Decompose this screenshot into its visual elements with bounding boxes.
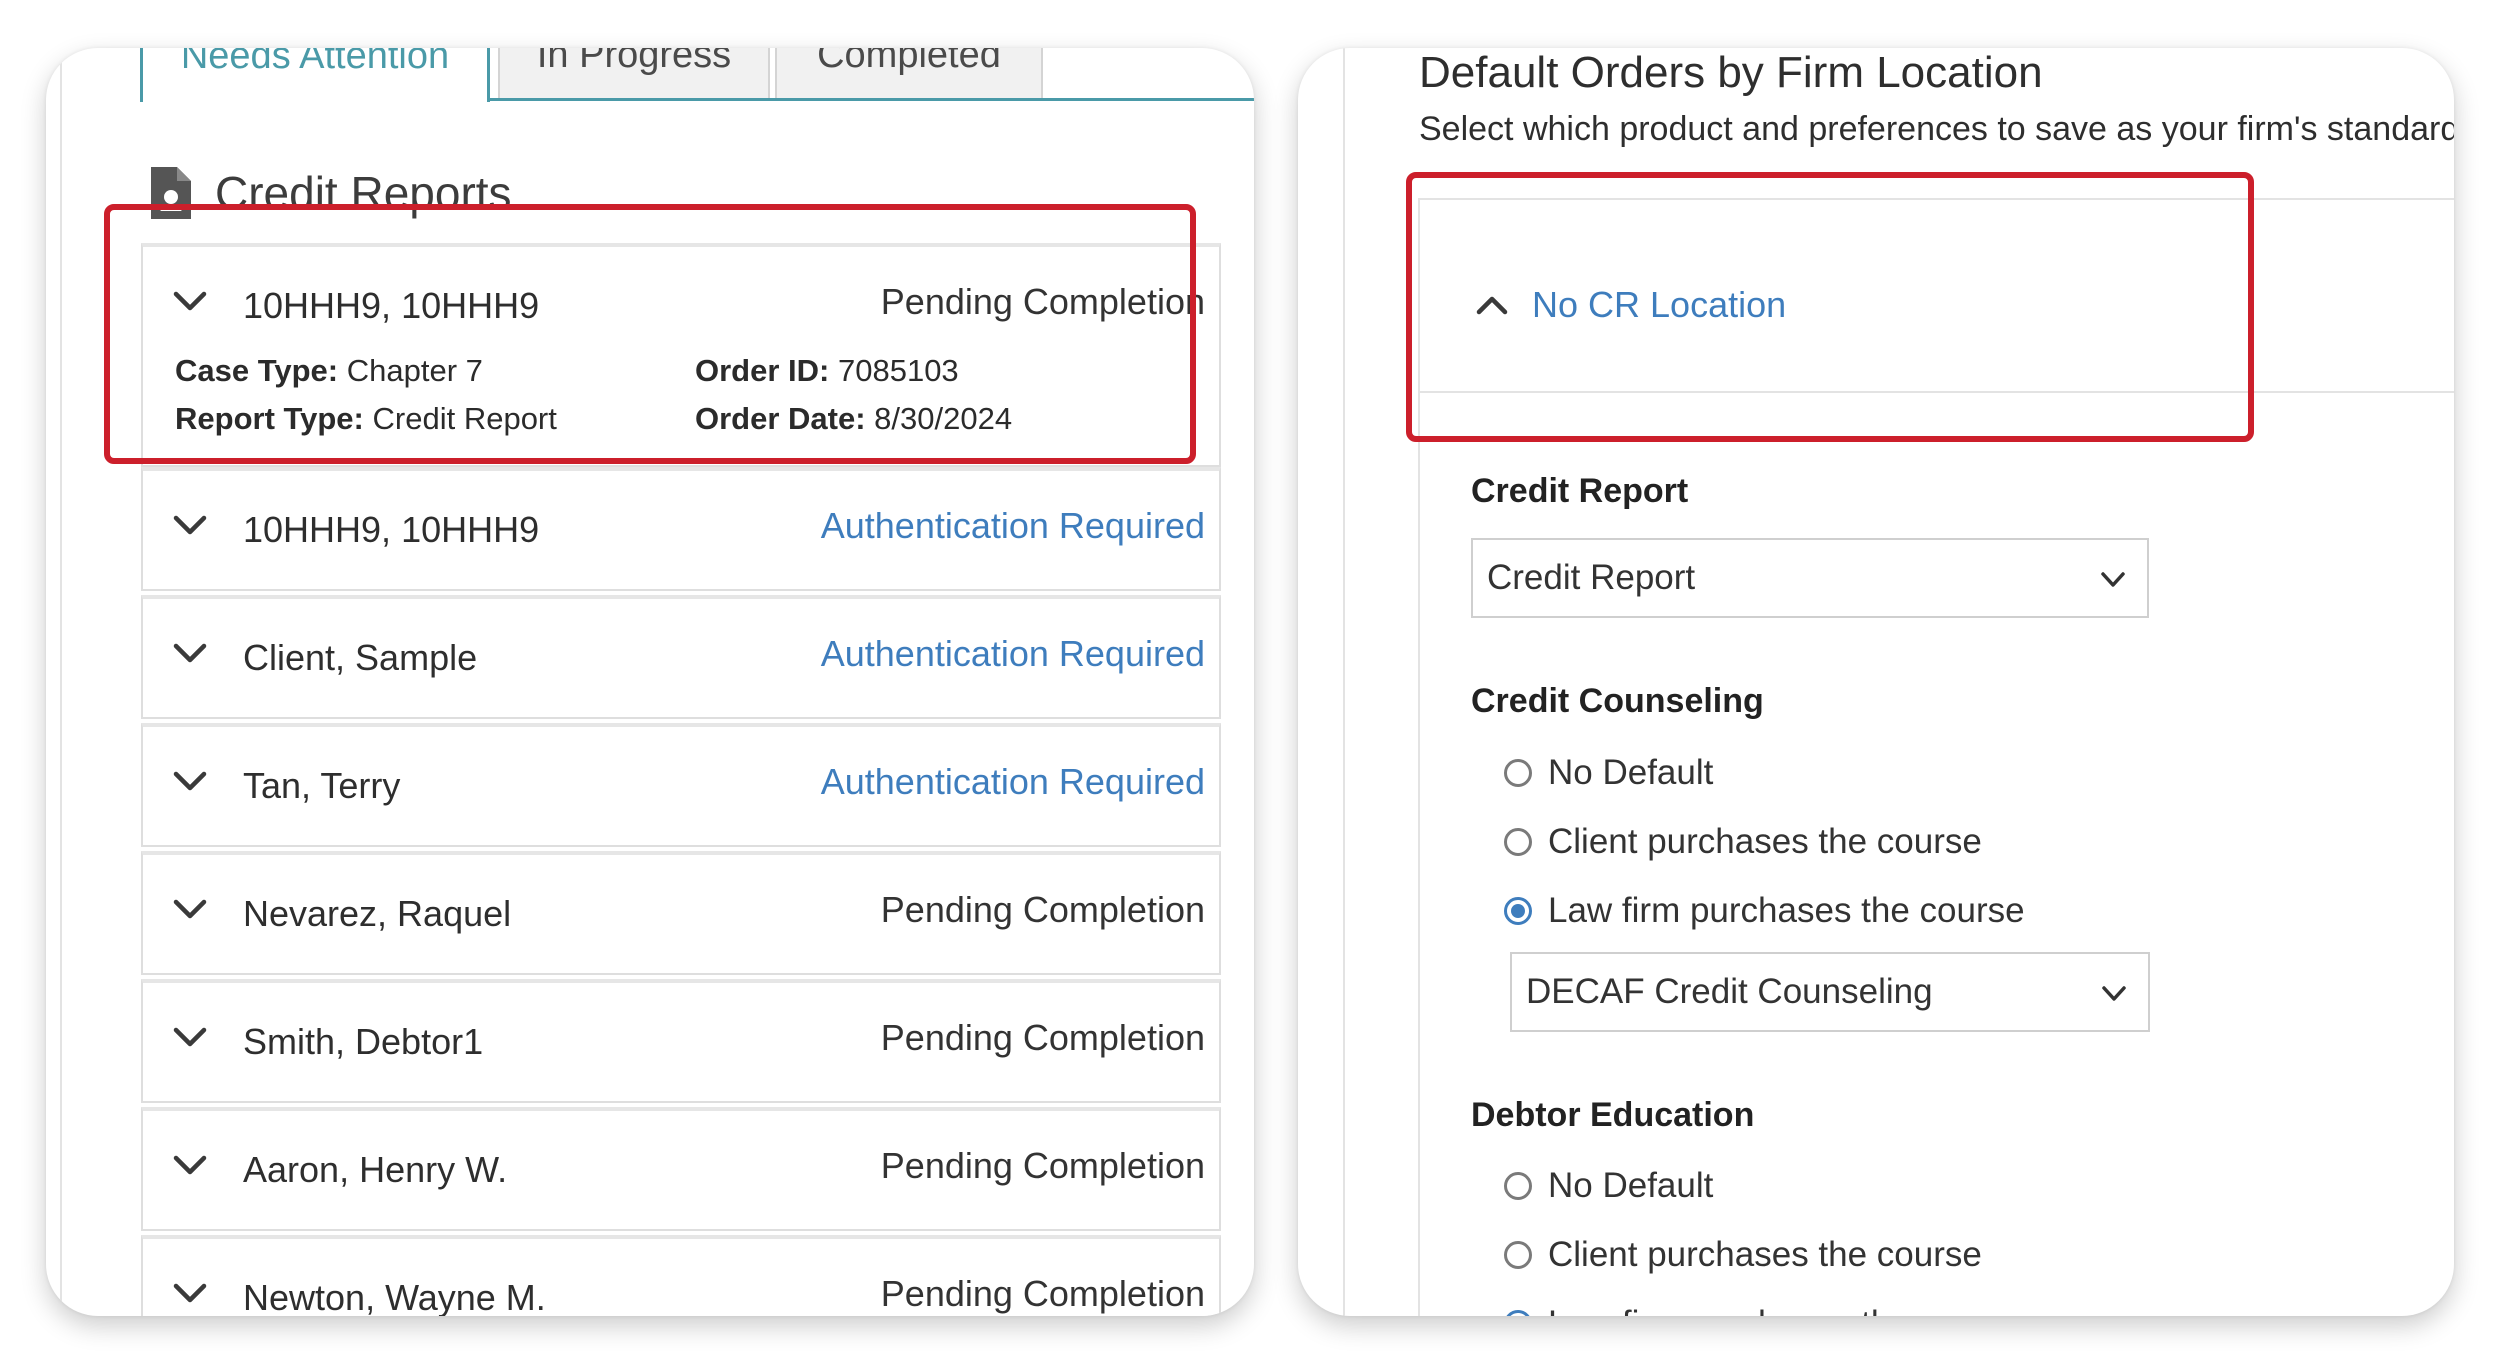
authentication-link[interactable]: Authentication Required (821, 633, 1205, 675)
highlight-box (104, 204, 1196, 464)
tab-needs-attention[interactable]: Needs Attention (140, 48, 490, 102)
panel-edge (1343, 48, 1345, 1316)
radio-no-default[interactable]: No Default (1504, 753, 1713, 793)
chevron-down-icon[interactable] (173, 1155, 207, 1177)
radio-label: Law firm purchases the course (1548, 891, 2025, 930)
radio-law-firm-purchases[interactable]: Law firm purchases the course (1504, 1304, 2025, 1316)
radio-label: Client purchases the course (1548, 1235, 1982, 1274)
radio-button[interactable] (1504, 759, 1532, 787)
authentication-link[interactable]: Authentication Required (821, 761, 1205, 803)
radio-button[interactable] (1504, 828, 1532, 856)
select-value: DECAF Credit Counseling (1526, 972, 1933, 1011)
radio-button[interactable] (1504, 1241, 1532, 1269)
radio-law-firm-purchases[interactable]: Law firm purchases the course (1504, 891, 2025, 931)
page-title: Default Orders by Firm Location (1419, 48, 2043, 97)
radio-button[interactable] (1504, 1172, 1532, 1200)
list-item[interactable]: 10HHH9, 10HHH9 Authentication Required (141, 467, 1221, 591)
list-item[interactable]: Tan, Terry Authentication Required (141, 723, 1221, 847)
radio-button-selected[interactable] (1504, 897, 1532, 925)
radio-button-selected[interactable] (1504, 1310, 1532, 1316)
list-item[interactable]: Nevarez, Raquel Pending Completion (141, 851, 1221, 975)
credit-reports-panel: Needs Attention In Progress Completed Cr… (46, 48, 1254, 1316)
radio-label: Client purchases the course (1548, 822, 1982, 861)
status-label: Pending Completion (880, 1145, 1205, 1186)
client-name: Tan, Terry (243, 765, 401, 806)
client-name: Nevarez, Raquel (243, 893, 512, 934)
chevron-down-icon[interactable] (173, 515, 207, 537)
credit-counseling-label: Credit Counseling (1471, 682, 1764, 720)
default-orders-panel: Default Orders by Firm Location Select w… (1298, 48, 2454, 1316)
page-subtitle: Select which product and preferences to … (1419, 110, 2454, 148)
radio-client-purchases[interactable]: Client purchases the course (1504, 822, 1982, 862)
client-name: Smith, Debtor1 (243, 1021, 484, 1062)
list-item[interactable]: Client, Sample Authentication Required (141, 595, 1221, 719)
radio-label: No Default (1548, 753, 1714, 792)
chevron-down-icon[interactable] (173, 643, 207, 665)
counseling-provider-select[interactable]: DECAF Credit Counseling (1510, 952, 2150, 1032)
tabs-baseline (489, 98, 1254, 101)
radio-label: Law firm purchases the course (1548, 1304, 2025, 1316)
list-item[interactable]: Newton, Wayne M. Pending Completion (141, 1235, 1221, 1316)
list-item[interactable]: Smith, Debtor1 Pending Completion (141, 979, 1221, 1103)
radio-client-purchases[interactable]: Client purchases the course (1504, 1235, 1982, 1275)
chevron-down-icon (2102, 986, 2126, 1001)
radio-no-default[interactable]: No Default (1504, 1166, 1713, 1206)
client-name: Aaron, Henry W. (243, 1149, 508, 1190)
chevron-down-icon[interactable] (173, 1027, 207, 1049)
select-value: Credit Report (1487, 558, 1696, 597)
debtor-education-label: Debtor Education (1471, 1096, 1755, 1134)
chevron-down-icon (2101, 572, 2125, 587)
highlight-box (1406, 172, 2254, 442)
authentication-link[interactable]: Authentication Required (821, 505, 1205, 547)
status-label: Pending Completion (880, 1273, 1205, 1314)
chevron-down-icon[interactable] (173, 1283, 207, 1305)
client-name: Newton, Wayne M. (243, 1277, 546, 1316)
panel-edge (60, 48, 62, 1316)
status-label: Pending Completion (880, 1017, 1205, 1058)
credit-report-label: Credit Report (1471, 472, 1689, 510)
tab-completed[interactable]: Completed (775, 48, 1043, 98)
chevron-down-icon[interactable] (173, 899, 207, 921)
list-item[interactable]: Aaron, Henry W. Pending Completion (141, 1107, 1221, 1231)
tab-in-progress[interactable]: In Progress (498, 48, 770, 98)
chevron-down-icon[interactable] (173, 771, 207, 793)
client-name: 10HHH9, 10HHH9 (243, 509, 540, 550)
credit-report-select[interactable]: Credit Report (1471, 538, 2149, 618)
radio-label: No Default (1548, 1166, 1714, 1205)
status-label: Pending Completion (880, 889, 1205, 930)
client-name: Client, Sample (243, 637, 478, 678)
